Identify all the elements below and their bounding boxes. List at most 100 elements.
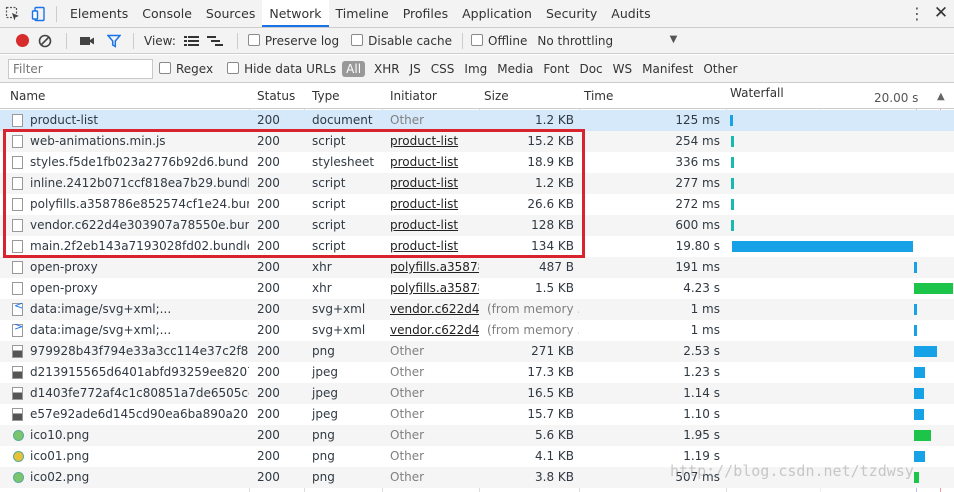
tab-network[interactable]: Network	[262, 0, 329, 27]
request-initiator[interactable]: vendor.c622d4...	[382, 320, 479, 341]
request-name: data:image/svg+xml;...	[30, 323, 172, 337]
col-status-header[interactable]: Status	[249, 84, 304, 109]
device-toolbar-icon[interactable]	[26, 0, 52, 27]
request-initiator: Other	[390, 386, 425, 400]
table-row[interactable]: product-list 200 document Other 1.2 KB 125 ms	[0, 110, 954, 131]
hide-data-urls-check-icon[interactable]	[227, 61, 240, 74]
request-initiator[interactable]: product-list	[382, 173, 479, 194]
request-type: xhr	[312, 260, 332, 274]
tab-application[interactable]: Application	[455, 0, 539, 27]
request-time: 4.23 s	[683, 281, 720, 295]
request-time: 1.10 s	[683, 407, 720, 421]
large-request-rows-icon[interactable]	[183, 35, 199, 47]
request-initiator[interactable]: product-list	[382, 215, 479, 236]
col-waterfall-header[interactable]: Waterfall 20.00 s ▲	[726, 84, 954, 109]
request-status: 200	[257, 260, 280, 274]
table-row[interactable]: e57e92ade6d145cd90ea6ba890a20528... 200 jp…	[0, 404, 954, 425]
filter-type-xhr[interactable]: XHR	[369, 62, 405, 76]
table-row[interactable]: inline.2412b071ccf818ea7b29.bundle.js 200…	[0, 173, 954, 194]
filter-type-css[interactable]: CSS	[426, 62, 460, 76]
filter-type-js[interactable]: JS	[405, 62, 426, 76]
request-status: 200	[257, 407, 280, 421]
waterfall-cell	[726, 152, 954, 173]
table-row[interactable]: 979928b43f794e33a3cc114e37c2f823_... 200 p…	[0, 341, 954, 362]
col-time-header[interactable]: Time	[579, 84, 726, 109]
col-size-header[interactable]: Size	[479, 84, 579, 109]
filter-type-media[interactable]: Media	[492, 62, 538, 76]
request-size: 15.7 KB	[527, 407, 574, 421]
filter-type-img[interactable]: Img	[459, 62, 492, 76]
request-initiator[interactable]: product-list	[382, 194, 479, 215]
preserve-log-checkbox[interactable]: Preserve log	[247, 33, 339, 48]
request-status: 200	[257, 365, 280, 379]
tab-elements[interactable]: Elements	[63, 0, 135, 27]
request-initiator[interactable]: vendor.c622d4...	[382, 299, 479, 320]
request-initiator[interactable]: polyfills.a35878...	[382, 257, 479, 278]
hide-data-urls-checkbox[interactable]: Hide data URLs	[227, 61, 336, 76]
tab-security[interactable]: Security	[539, 0, 604, 27]
request-initiator[interactable]: product-list	[382, 236, 479, 257]
request-time: 1.23 s	[683, 365, 720, 379]
table-row[interactable]: vendor.c622d4e303907a78550e.bundle.... 20…	[0, 215, 954, 236]
tab-profiles[interactable]: Profiles	[396, 0, 455, 27]
offline-checkbox[interactable]: Offline	[471, 33, 527, 48]
request-initiator[interactable]: product-list	[382, 131, 479, 152]
offline-check-icon[interactable]	[471, 33, 483, 46]
filter-input[interactable]	[8, 58, 153, 79]
tab-sources[interactable]: Sources	[199, 0, 262, 27]
table-row[interactable]: d213915565d6401abfd93259ee820705... 200 jp…	[0, 362, 954, 383]
network-toolbar: View: Preserve log Disable cache Offline…	[0, 28, 954, 54]
filter-type-all[interactable]: All	[342, 60, 366, 77]
filter-type-ws[interactable]: WS	[608, 62, 637, 76]
devtools-tabbar: Elements Console Sources Network Timeline Pro…	[0, 0, 954, 28]
more-options-icon[interactable]: ⋮	[906, 0, 928, 27]
regex-checkbox[interactable]: Regex	[159, 61, 213, 76]
filter-type-other[interactable]: Other	[698, 62, 742, 76]
request-type: script	[312, 197, 346, 211]
tab-audits[interactable]: Audits	[604, 0, 657, 27]
throttling-select[interactable]: No throttling ▼	[537, 34, 677, 48]
request-time: 1 ms	[690, 323, 720, 337]
request-initiator: Other	[390, 407, 425, 421]
request-type: stylesheet	[312, 155, 375, 169]
tab-console[interactable]: Console	[135, 0, 199, 27]
waterfall-bar	[730, 115, 733, 126]
disable-cache-check-icon[interactable]	[351, 33, 364, 46]
toolbar-divider	[66, 32, 67, 49]
col-type-header[interactable]: Type	[304, 84, 382, 109]
disable-cache-checkbox[interactable]: Disable cache	[351, 33, 452, 48]
tab-timeline[interactable]: Timeline	[329, 0, 396, 27]
request-time: 1.95 s	[683, 428, 720, 442]
table-row[interactable]: polyfills.a358786e852574cf1e24.bundle...…	[0, 194, 954, 215]
filter-type-doc[interactable]: Doc	[574, 62, 607, 76]
record-button[interactable]	[16, 34, 29, 47]
table-row[interactable]: data:image/svg+xml;... 200 svg+xml vendor.c…	[0, 320, 954, 341]
sort-up-icon[interactable]: ▲	[937, 84, 945, 109]
waterfall-cell	[726, 362, 954, 383]
table-row[interactable]: main.2f2eb143a7193028fd02.bundle.js 200 sc…	[0, 236, 954, 257]
regex-check-icon[interactable]	[159, 61, 171, 74]
filter-type-manifest[interactable]: Manifest	[637, 62, 698, 76]
table-row[interactable]: d1403fe772af4c1c80851a7de6505ce9_... 200 j…	[0, 383, 954, 404]
overview-icon[interactable]	[206, 35, 223, 47]
request-initiator[interactable]: product-list	[382, 152, 479, 173]
panel-tabs: Elements Console Sources Network Timeline Pro…	[63, 0, 658, 27]
table-row[interactable]: web-animations.min.js 200 script product-li…	[0, 131, 954, 152]
capture-screenshots-icon[interactable]	[79, 35, 95, 47]
preserve-log-check-icon[interactable]	[247, 33, 260, 46]
request-initiator[interactable]: polyfills.a35878...	[382, 278, 479, 299]
inspect-element-icon[interactable]	[0, 0, 26, 27]
table-row[interactable]: open-proxy 200 xhr polyfills.a35878... 487 B…	[0, 257, 954, 278]
filter-icon[interactable]	[107, 34, 121, 48]
table-row[interactable]: data:image/svg+xml;... 200 svg+xml vendor.c…	[0, 299, 954, 320]
request-size: 18.9 KB	[527, 155, 574, 169]
col-name-header[interactable]: Name	[0, 84, 249, 109]
table-row[interactable]: styles.f5de1fb023a2776b92d6.bundle.c... 2…	[0, 152, 954, 173]
table-row[interactable]: open-proxy 200 xhr polyfills.a35878... 1.5 K…	[0, 278, 954, 299]
close-icon[interactable]: ✕	[928, 0, 954, 27]
filter-type-font[interactable]: Font	[538, 62, 574, 76]
col-initiator-header[interactable]: Initiator	[382, 84, 479, 109]
table-row[interactable]: ico10.png 200 png Other 5.6 KB 1.95 s	[0, 425, 954, 446]
request-status: 200	[257, 428, 280, 442]
clear-icon[interactable]	[38, 34, 52, 48]
